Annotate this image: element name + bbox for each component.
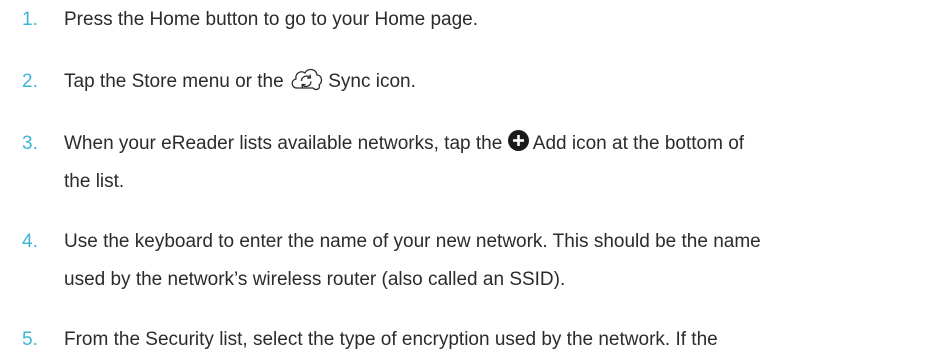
step-number: 2. — [22, 71, 38, 92]
add-icon — [507, 130, 529, 152]
step-text: When your eReader lists available networ… — [64, 125, 944, 201]
step-number: 4. — [22, 231, 38, 252]
step-text-after: Sync icon. — [328, 71, 416, 92]
step-text-line2: used by the network’s wireless router (a… — [64, 269, 566, 290]
step-text-line1: Use the keyboard to enter the name of yo… — [64, 231, 761, 252]
step-text-line2: the list. — [64, 171, 125, 192]
step-text: Use the keyboard to enter the name of yo… — [64, 223, 944, 299]
step-number: 3. — [22, 133, 38, 154]
step-text: Tap the Store menu or the Sync icon. — [64, 63, 944, 101]
sync-icon — [289, 66, 323, 92]
step-number: 5. — [22, 329, 38, 350]
step-text-before: Tap the Store menu or the — [64, 71, 284, 92]
step-text: From the Security list, select the type … — [64, 329, 718, 350]
step-number: 1. — [22, 9, 38, 30]
step-text-before: When your eReader lists available networ… — [64, 133, 503, 154]
step-text-after: Add icon at the bottom of — [532, 133, 745, 154]
step-text: Press the Home button to go to your Home… — [64, 9, 479, 30]
